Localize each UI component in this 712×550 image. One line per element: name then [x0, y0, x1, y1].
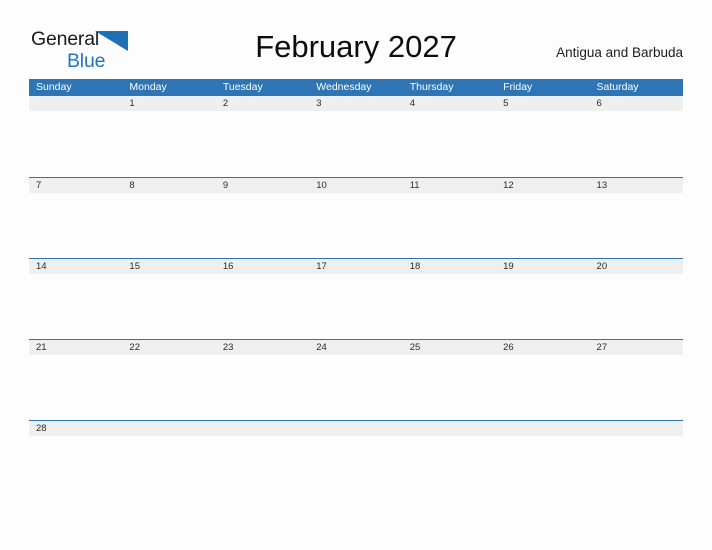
day-cell-number[interactable]: 11: [403, 178, 496, 193]
day-cell-number[interactable]: 23: [216, 340, 309, 355]
day-cell-number[interactable]: 6: [590, 96, 683, 111]
day-cell-number[interactable]: 28: [29, 421, 122, 436]
day-cell-number[interactable]: [403, 421, 496, 436]
day-cell-number[interactable]: [122, 421, 215, 436]
date-number-band: 14 15 16 17 18 19 20: [29, 259, 683, 274]
day-cell-number[interactable]: 5: [496, 96, 589, 111]
weekday-header-thursday: Thursday: [409, 81, 454, 93]
date-number-band: 28: [29, 421, 683, 436]
day-cell-number[interactable]: 3: [309, 96, 402, 111]
day-cell-number[interactable]: 26: [496, 340, 589, 355]
day-cell-number[interactable]: [496, 421, 589, 436]
locale-label: Antigua and Barbuda: [556, 45, 683, 60]
week-note-area[interactable]: [29, 274, 683, 339]
day-cell-number[interactable]: 19: [496, 259, 589, 274]
day-cell-number[interactable]: [29, 96, 122, 111]
weekday-header-row: Sunday Monday Tuesday Wednesday Thursday…: [29, 79, 683, 96]
week-row: 1 2 3 4 5 6: [29, 96, 683, 177]
day-cell-number[interactable]: 7: [29, 178, 122, 193]
day-cell-number[interactable]: 9: [216, 178, 309, 193]
day-cell-number[interactable]: 16: [216, 259, 309, 274]
weekday-header-wednesday: Wednesday: [316, 81, 372, 93]
day-cell-number[interactable]: 20: [590, 259, 683, 274]
day-cell-number[interactable]: 18: [403, 259, 496, 274]
day-cell-number[interactable]: 2: [216, 96, 309, 111]
day-cell-number[interactable]: 13: [590, 178, 683, 193]
day-cell-number[interactable]: 10: [309, 178, 402, 193]
week-row: 7 8 9 10 11 12 13: [29, 177, 683, 258]
day-cell-number[interactable]: 21: [29, 340, 122, 355]
day-cell-number[interactable]: 27: [590, 340, 683, 355]
date-number-band: 21 22 23 24 25 26 27: [29, 340, 683, 355]
weekday-header-tuesday: Tuesday: [222, 81, 263, 93]
date-number-band: 7 8 9 10 11 12 13: [29, 178, 683, 193]
day-cell-number[interactable]: 14: [29, 259, 122, 274]
day-cell-number[interactable]: [309, 421, 402, 436]
day-cell-number[interactable]: 24: [309, 340, 402, 355]
day-cell-number[interactable]: 4: [403, 96, 496, 111]
date-number-band: 1 2 3 4 5 6: [29, 96, 683, 111]
week-row: 28: [29, 420, 683, 442]
weekday-header-saturday: Saturday: [596, 81, 639, 93]
day-cell-number[interactable]: [590, 421, 683, 436]
day-cell-number[interactable]: 15: [122, 259, 215, 274]
weekday-header-friday: Friday: [503, 81, 533, 93]
week-note-area[interactable]: [29, 355, 683, 420]
day-cell-number[interactable]: 1: [122, 96, 215, 111]
week-note-area[interactable]: [29, 111, 683, 177]
day-cell-number[interactable]: 12: [496, 178, 589, 193]
weekday-header-sunday: Sunday: [36, 81, 72, 93]
day-cell-number[interactable]: 25: [403, 340, 496, 355]
week-note-area[interactable]: [29, 193, 683, 258]
weekday-header-monday: Monday: [129, 81, 167, 93]
page-header: General Blue February 2027 Antigua and B…: [0, 0, 712, 78]
week-row: 14 15 16 17 18 19 20: [29, 258, 683, 339]
day-cell-number[interactable]: 17: [309, 259, 402, 274]
day-cell-number[interactable]: 22: [122, 340, 215, 355]
week-note-area[interactable]: [29, 436, 683, 443]
calendar-grid: Sunday Monday Tuesday Wednesday Thursday…: [29, 79, 683, 442]
day-cell-number[interactable]: 8: [122, 178, 215, 193]
day-cell-number[interactable]: [216, 421, 309, 436]
week-row: 21 22 23 24 25 26 27: [29, 339, 683, 420]
